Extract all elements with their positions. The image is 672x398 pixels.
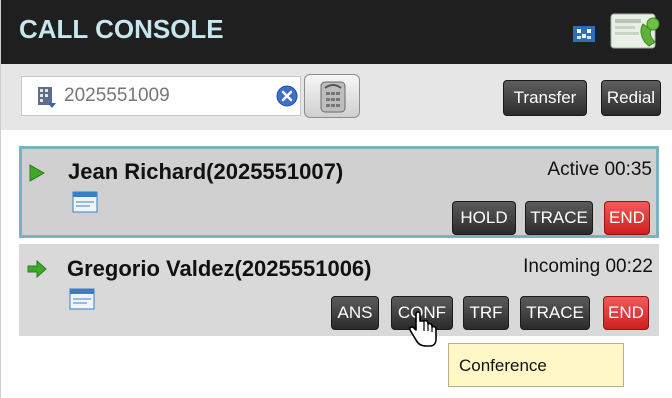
directory-icon[interactable]	[36, 85, 56, 109]
network-status-icon[interactable]	[571, 22, 597, 46]
clear-icon[interactable]	[276, 85, 298, 107]
caller-name: Gregorio Valdez(2025551006)	[67, 256, 372, 281]
dial-field[interactable]	[21, 76, 301, 116]
caller-name: Jean Richard(2025551007)	[68, 159, 344, 184]
end-button[interactable]: END	[603, 296, 649, 330]
call-status: Incoming 00:22	[523, 256, 653, 277]
contact-card-icon[interactable]	[69, 288, 95, 310]
call-console: CALL CONSOLE 2025551009 Transfer Redial …	[0, 0, 672, 398]
phone-keypad-icon	[320, 81, 346, 113]
trace-button[interactable]: TRACE	[520, 296, 590, 330]
redial-button[interactable]: Redial	[601, 80, 661, 116]
call-row-incoming[interactable]: Gregorio Valdez(2025551006) Incoming 00:…	[19, 244, 659, 336]
play-icon	[29, 164, 46, 182]
transfer-call-button[interactable]: TRF	[463, 296, 509, 330]
dial-number-input[interactable]	[64, 84, 244, 108]
arrow-icon	[27, 260, 47, 278]
call-status: Active 00:35	[547, 159, 652, 180]
transfer-button[interactable]: Transfer	[503, 80, 587, 116]
console-title: CALL CONSOLE	[19, 14, 224, 44]
conference-tooltip: Conference	[448, 343, 624, 387]
contact-card-icon[interactable]	[72, 191, 98, 213]
phone-keypad-button[interactable]	[304, 74, 360, 118]
hold-button[interactable]: HOLD	[452, 201, 516, 235]
hand-pointer-icon	[409, 311, 437, 347]
console-header: CALL CONSOLE	[1, 0, 672, 64]
end-button[interactable]: END	[604, 201, 650, 235]
answer-button[interactable]: ANS	[331, 296, 379, 330]
trace-button[interactable]: TRACE	[525, 201, 593, 235]
agent-console-icon[interactable]	[609, 10, 661, 54]
dial-toolbar: Transfer Redial	[1, 64, 672, 130]
call-row-active[interactable]: Jean Richard(2025551007) Active 00:35 HO…	[19, 146, 659, 238]
